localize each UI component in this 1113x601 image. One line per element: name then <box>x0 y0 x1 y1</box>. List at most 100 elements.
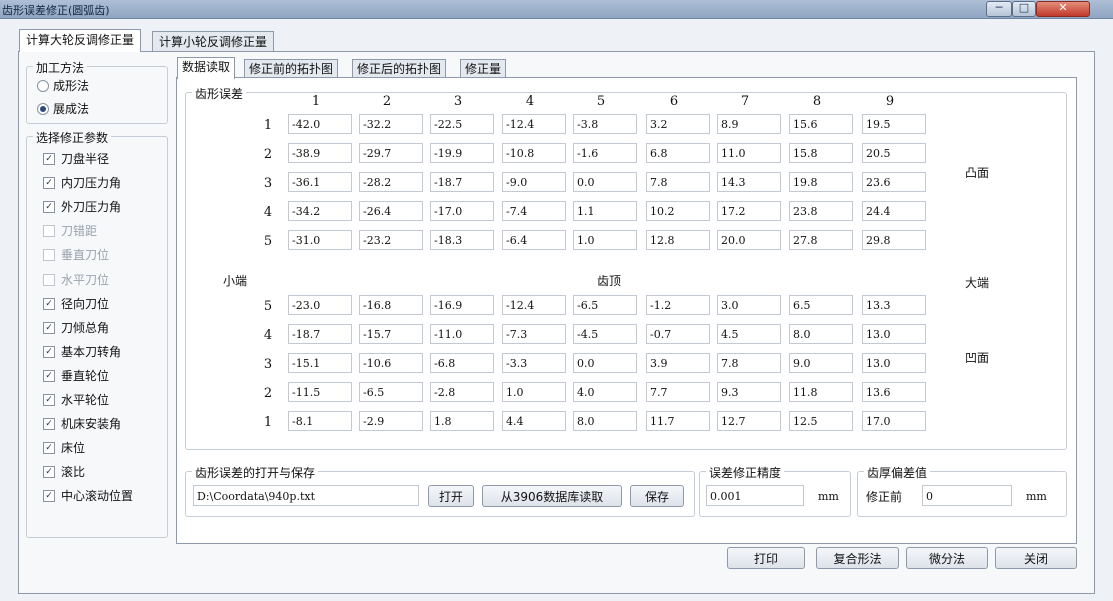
concave-value-cell[interactable]: -4.5 <box>573 324 637 344</box>
concave-value-cell[interactable]: 3.9 <box>646 353 710 373</box>
checkbox-indicator[interactable]: ✓ <box>43 442 55 455</box>
convex-value-cell[interactable]: -19.9 <box>430 143 494 163</box>
concave-value-cell[interactable]: 13.0 <box>862 324 926 344</box>
concave-value-cell[interactable]: 1.0 <box>502 382 566 402</box>
concave-value-cell[interactable]: 8.0 <box>789 324 853 344</box>
concave-value-cell[interactable]: -11.5 <box>288 382 352 402</box>
tab-data-read[interactable]: 数据读取 <box>177 57 236 79</box>
concave-value-cell[interactable]: -3.3 <box>502 353 566 373</box>
concave-value-cell[interactable]: -2.9 <box>359 411 423 431</box>
param-checkbox-item[interactable]: ✓ 基本刀转角 <box>43 344 121 360</box>
convex-value-cell[interactable]: 20.5 <box>862 143 926 163</box>
concave-value-cell[interactable]: 11.8 <box>789 382 853 402</box>
concave-value-cell[interactable]: 11.7 <box>646 411 710 431</box>
convex-value-cell[interactable]: 11.0 <box>717 143 781 163</box>
composite-method-button[interactable]: 复合形法 <box>816 547 899 569</box>
checkbox-indicator[interactable] <box>43 273 55 286</box>
param-checkbox-item[interactable]: 刀错距 <box>43 223 97 239</box>
concave-value-cell[interactable]: -6.5 <box>573 295 637 315</box>
convex-value-cell[interactable]: -17.0 <box>430 201 494 221</box>
concave-value-cell[interactable]: 12.7 <box>717 411 781 431</box>
convex-value-cell[interactable]: 23.6 <box>862 172 926 192</box>
checkbox-indicator[interactable]: ✓ <box>43 153 55 165</box>
convex-value-cell[interactable]: -31.0 <box>288 230 352 250</box>
convex-value-cell[interactable]: -12.4 <box>502 114 566 134</box>
convex-value-cell[interactable]: 1.0 <box>573 230 637 250</box>
param-checkbox-item[interactable]: ✓ 刀倾总角 <box>43 320 109 336</box>
concave-value-cell[interactable]: 13.3 <box>862 295 926 315</box>
convex-value-cell[interactable]: 12.8 <box>646 230 710 250</box>
print-button[interactable]: 打印 <box>727 547 805 569</box>
checkbox-indicator[interactable] <box>43 249 55 262</box>
param-checkbox-item[interactable]: ✓ 中心滚动位置 <box>43 488 133 504</box>
convex-value-cell[interactable]: -42.0 <box>288 114 352 134</box>
convex-value-cell[interactable]: -38.9 <box>288 143 352 163</box>
checkbox-indicator[interactable]: ✓ <box>43 201 55 214</box>
tab-small-wheel[interactable]: 计算小轮反调修正量 <box>152 31 275 52</box>
concave-value-cell[interactable]: 9.3 <box>717 382 781 402</box>
concave-value-cell[interactable]: -12.4 <box>502 295 566 315</box>
convex-value-cell[interactable]: -18.3 <box>430 230 494 250</box>
concave-value-cell[interactable]: -7.3 <box>502 324 566 344</box>
concave-value-cell[interactable]: -23.0 <box>288 295 352 315</box>
concave-value-cell[interactable]: -11.0 <box>430 324 494 344</box>
convex-value-cell[interactable]: -1.6 <box>573 143 637 163</box>
convex-value-cell[interactable]: 3.2 <box>646 114 710 134</box>
convex-value-cell[interactable]: -3.8 <box>573 114 637 134</box>
concave-value-cell[interactable]: -6.8 <box>430 353 494 373</box>
concave-value-cell[interactable]: 6.5 <box>789 295 853 315</box>
convex-value-cell[interactable]: 15.8 <box>789 143 853 163</box>
convex-value-cell[interactable]: 24.4 <box>862 201 926 221</box>
convex-value-cell[interactable]: 1.1 <box>573 201 637 221</box>
concave-value-cell[interactable]: -6.5 <box>359 382 423 402</box>
concave-value-cell[interactable]: -16.9 <box>430 295 494 315</box>
convex-value-cell[interactable]: -34.2 <box>288 201 352 221</box>
convex-value-cell[interactable]: -18.7 <box>430 172 494 192</box>
read-db-button[interactable]: 从3906数据库读取 <box>482 485 622 507</box>
concave-value-cell[interactable]: 1.8 <box>430 411 494 431</box>
concave-value-cell[interactable]: -16.8 <box>359 295 423 315</box>
param-checkbox-item[interactable]: ✓ 垂直轮位 <box>43 368 109 384</box>
minimize-button[interactable]: ─ <box>986 1 1012 17</box>
concave-value-cell[interactable]: 7.8 <box>717 353 781 373</box>
open-button[interactable]: 打开 <box>428 485 474 507</box>
param-checkbox-item[interactable]: ✓ 滚比 <box>43 464 85 480</box>
convex-value-cell[interactable]: 14.3 <box>717 172 781 192</box>
concave-value-cell[interactable]: -2.8 <box>430 382 494 402</box>
convex-value-cell[interactable]: 17.2 <box>717 201 781 221</box>
convex-value-cell[interactable]: -28.2 <box>359 172 423 192</box>
tab-topology-before[interactable]: 修正前的拓扑图 <box>244 59 339 79</box>
concave-value-cell[interactable]: 9.0 <box>789 353 853 373</box>
tab-large-wheel[interactable]: 计算大轮反调修正量 <box>19 29 142 52</box>
convex-value-cell[interactable]: 27.8 <box>789 230 853 250</box>
concave-value-cell[interactable]: -0.7 <box>646 324 710 344</box>
checkbox-indicator[interactable]: ✓ <box>43 177 55 190</box>
convex-value-cell[interactable]: 15.6 <box>789 114 853 134</box>
concave-value-cell[interactable]: 8.0 <box>573 411 637 431</box>
concave-value-cell[interactable]: 12.5 <box>789 411 853 431</box>
convex-value-cell[interactable]: -32.2 <box>359 114 423 134</box>
param-checkbox-item[interactable]: ✓ 外刀压力角 <box>43 199 121 215</box>
convex-value-cell[interactable]: 29.8 <box>862 230 926 250</box>
differential-method-button[interactable]: 微分法 <box>906 547 988 569</box>
param-checkbox-item[interactable]: ✓ 刀盘半径 <box>43 151 109 167</box>
convex-value-cell[interactable]: 6.8 <box>646 143 710 163</box>
convex-value-cell[interactable]: -6.4 <box>502 230 566 250</box>
checkbox-indicator[interactable]: ✓ <box>43 369 55 382</box>
convex-value-cell[interactable]: -29.7 <box>359 143 423 163</box>
convex-value-cell[interactable]: -10.8 <box>502 143 566 163</box>
close-window-button[interactable]: ✕ <box>1036 1 1090 17</box>
param-checkbox-item[interactable]: ✓ 水平轮位 <box>43 392 109 408</box>
checkbox-indicator[interactable]: ✓ <box>43 345 55 358</box>
save-button[interactable]: 保存 <box>630 485 684 507</box>
checkbox-indicator[interactable] <box>43 225 55 238</box>
thickness-field[interactable]: 0 <box>922 485 1012 506</box>
convex-value-cell[interactable]: -7.4 <box>502 201 566 221</box>
concave-value-cell[interactable]: -1.2 <box>646 295 710 315</box>
param-checkbox-item[interactable]: ✓ 机床安装角 <box>43 416 121 432</box>
convex-value-cell[interactable]: 23.8 <box>789 201 853 221</box>
concave-value-cell[interactable]: 17.0 <box>862 411 926 431</box>
concave-value-cell[interactable]: 7.7 <box>646 382 710 402</box>
concave-value-cell[interactable]: -8.1 <box>288 411 352 431</box>
concave-value-cell[interactable]: -15.7 <box>359 324 423 344</box>
